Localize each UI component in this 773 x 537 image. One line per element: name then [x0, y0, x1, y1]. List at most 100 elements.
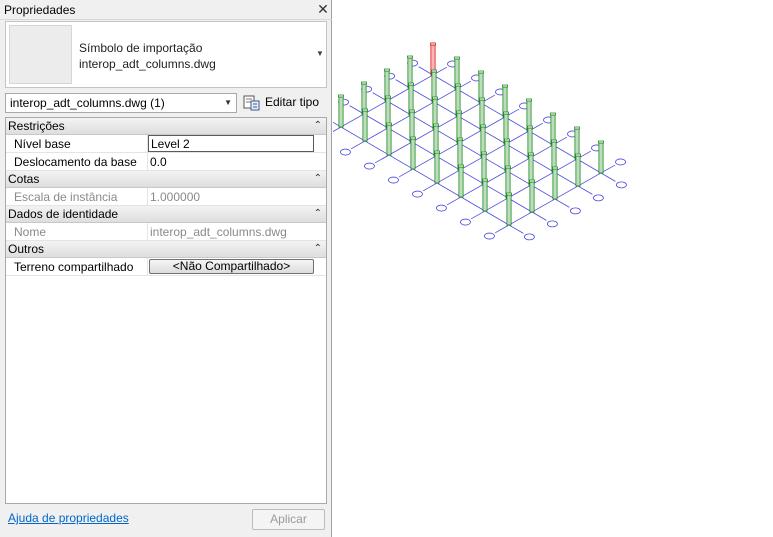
property-label: Nível base — [14, 137, 71, 151]
column-cap — [482, 178, 488, 182]
column-divider — [147, 153, 148, 170]
column-cap — [503, 111, 509, 115]
group-header-restricoes[interactable]: Restrições ⌃ — [6, 118, 326, 135]
3d-viewport[interactable] — [333, 0, 773, 537]
deslocamento-value[interactable]: 0.0 — [150, 155, 167, 169]
column-cap — [457, 137, 463, 141]
column-cap — [456, 110, 462, 114]
column-grid-drawing — [333, 42, 627, 241]
column-cap — [598, 140, 604, 144]
column-cap — [550, 112, 556, 116]
grid-line — [349, 105, 547, 221]
column-cap — [502, 84, 508, 88]
close-icon[interactable]: ✕ — [316, 1, 330, 17]
column-cap — [458, 164, 464, 168]
column-cap — [430, 42, 436, 46]
group-label: Dados de identidade — [8, 207, 119, 221]
column-cap — [410, 136, 416, 140]
column-cap — [481, 151, 487, 155]
group-label: Outros — [8, 242, 45, 256]
column-cap — [527, 125, 533, 129]
grid-bubble — [412, 190, 423, 198]
grid-line — [395, 79, 593, 195]
column-cap — [506, 192, 512, 196]
grid-line — [372, 92, 570, 208]
column-cap — [454, 56, 460, 60]
column-divider — [147, 223, 148, 240]
column-cap — [455, 83, 461, 87]
instance-filter-value: interop_adt_columns.dwg (1) — [10, 96, 165, 110]
grid-bubble — [523, 233, 535, 241]
column-cap — [479, 97, 485, 101]
grid-bubble — [340, 148, 351, 156]
column-cap — [574, 126, 580, 130]
group-header-outros[interactable]: Outros ⌃ — [6, 241, 326, 258]
column-cap — [552, 166, 558, 170]
grid-bubble — [592, 194, 604, 202]
chevron-down-icon: ▼ — [224, 98, 232, 107]
column-divider — [147, 188, 148, 205]
property-label: Terreno compartilhado — [14, 260, 134, 274]
column-cap — [432, 96, 438, 100]
properties-panel: Propriedades ✕ Símbolo de importação int… — [0, 0, 332, 537]
grid-bubble — [569, 207, 581, 215]
column-cap — [504, 138, 510, 142]
edit-type-icon — [243, 95, 260, 111]
column-cap — [361, 81, 367, 85]
column-cap — [409, 109, 415, 113]
property-row-terreno: Terreno compartilhado <Não Compartilhado… — [6, 258, 326, 276]
help-link[interactable]: Ajuda de propriedades — [8, 511, 129, 525]
group-label: Restrições — [8, 119, 65, 133]
column-cap — [384, 68, 390, 72]
property-row-deslocamento: Deslocamento da base 0.0 — [6, 153, 326, 171]
grid-line — [418, 66, 616, 182]
column-cap — [434, 150, 440, 154]
grid-line — [333, 121, 524, 234]
column-cap — [575, 153, 581, 157]
grid-bubble — [388, 176, 399, 184]
properties-table: Restrições ⌃ Nível base Level 2 Deslocam… — [5, 117, 327, 504]
column-cap — [362, 108, 368, 112]
group-header-cotas[interactable]: Cotas ⌃ — [6, 171, 326, 188]
column-cap — [407, 55, 413, 59]
column-cap — [526, 98, 532, 102]
property-row-nivel-base: Nível base Level 2 — [6, 135, 326, 153]
edit-type-label: Editar tipo — [265, 95, 320, 109]
title-divider — [0, 19, 332, 20]
group-header-dados-identidade[interactable]: Dados de identidade ⌃ — [6, 206, 326, 223]
property-label: Nome — [14, 225, 47, 239]
grid-bubble — [484, 232, 495, 240]
nome-value: interop_adt_columns.dwg — [150, 225, 287, 239]
property-label: Deslocamento da base — [14, 155, 137, 169]
column-cap — [431, 69, 437, 73]
column-cap — [385, 95, 391, 99]
escala-value: 1.000000 — [150, 190, 201, 204]
column-cap — [505, 165, 511, 169]
column-cap — [478, 70, 484, 74]
grid-bubble — [436, 204, 447, 212]
type-name: interop_adt_columns.dwg — [79, 57, 216, 71]
column-cap — [528, 152, 534, 156]
collapse-icon[interactable]: ⌃ — [314, 206, 322, 221]
nivel-base-value: Level 2 — [151, 137, 190, 151]
instance-filter-dropdown[interactable]: interop_adt_columns.dwg (1) ▼ — [5, 93, 237, 113]
property-label: Escala de instância — [14, 190, 118, 204]
grid-bubble — [460, 218, 471, 226]
group-label: Cotas — [8, 172, 40, 186]
grid-bubble — [546, 220, 558, 228]
nivel-base-field[interactable]: Level 2 — [148, 135, 314, 152]
column-cap — [551, 139, 557, 143]
collapse-icon[interactable]: ⌃ — [314, 171, 322, 186]
dropdown-arrow-icon[interactable]: ▼ — [315, 49, 325, 59]
property-row-escala: Escala de instância 1.000000 — [6, 188, 326, 206]
apply-button[interactable]: Aplicar — [252, 509, 325, 530]
grid-bubble — [615, 158, 626, 166]
edit-type-button[interactable]: Editar tipo — [243, 93, 327, 113]
collapse-icon[interactable]: ⌃ — [314, 241, 322, 256]
column-cap — [480, 124, 486, 128]
shared-site-button[interactable]: <Não Compartilhado> — [149, 259, 314, 274]
collapse-icon[interactable]: ⌃ — [314, 118, 322, 133]
type-selector[interactable]: Símbolo de importação interop_adt_column… — [5, 21, 327, 88]
column-cap — [386, 122, 392, 126]
column-divider — [147, 258, 148, 275]
